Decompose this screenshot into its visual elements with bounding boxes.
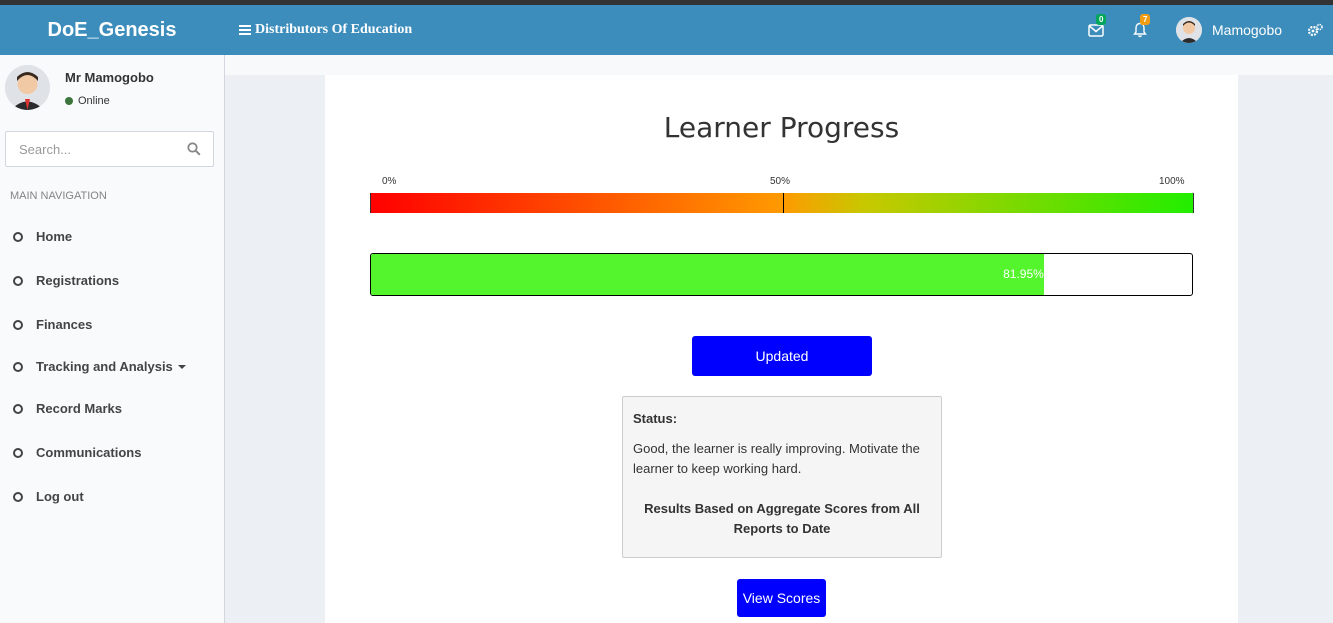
envelope-icon bbox=[1088, 23, 1104, 37]
settings-button[interactable] bbox=[1303, 5, 1327, 55]
sidebar-item-registrations[interactable]: Registrations bbox=[13, 273, 119, 288]
gears-icon bbox=[1307, 23, 1323, 37]
scale-label-max: 100% bbox=[1159, 176, 1185, 187]
circle-icon bbox=[13, 361, 23, 372]
circle-icon bbox=[13, 231, 23, 242]
app-logo[interactable]: DoE_Genesis bbox=[0, 5, 224, 55]
online-status: Online bbox=[65, 95, 110, 107]
status-note: Results Based on Aggregate Scores from A… bbox=[644, 501, 920, 536]
sidebar: Mr Mamogobo Online MAIN NAVIGATION Home … bbox=[0, 55, 225, 623]
sidebar-item-communications[interactable]: Communications bbox=[13, 445, 141, 460]
header-username[interactable]: Mamogobo bbox=[1212, 22, 1282, 38]
scale-label-min: 0% bbox=[382, 176, 397, 187]
updated-button[interactable]: Updated bbox=[692, 336, 872, 376]
progress-scale-gradient bbox=[370, 193, 1194, 213]
app-subtitle: Distributors Of Education bbox=[255, 22, 413, 37]
sidebar-item-label: Tracking and Analysis bbox=[36, 359, 173, 374]
notifications-count-badge: 7 bbox=[1140, 14, 1151, 25]
sidebar-toggle[interactable]: Distributors Of Education bbox=[239, 5, 412, 55]
top-header: DoE_Genesis Distributors Of Education 0 … bbox=[0, 5, 1333, 55]
scale-midpoint-marker bbox=[783, 193, 784, 213]
user-avatar-icon bbox=[1176, 17, 1202, 43]
sidebar-item-home[interactable]: Home bbox=[13, 229, 72, 244]
circle-icon bbox=[13, 447, 23, 458]
progress-percent-label: 81.95% bbox=[1003, 267, 1044, 281]
sidebar-item-finances[interactable]: Finances bbox=[13, 317, 92, 332]
sidebar-item-label: Communications bbox=[36, 445, 142, 460]
sidebar-search bbox=[5, 131, 214, 167]
user-avatar bbox=[5, 65, 50, 110]
sidebar-item-label: Registrations bbox=[36, 273, 120, 288]
sidebar-item-tracking-and-analysis[interactable]: Tracking and Analysis bbox=[13, 359, 186, 374]
messages-count-badge: 0 bbox=[1096, 14, 1107, 25]
circle-icon bbox=[13, 275, 23, 286]
caret-down-icon bbox=[177, 364, 186, 369]
sidebar-item-label: Log out bbox=[36, 489, 84, 504]
progress-bar-fill: 81.95% bbox=[371, 254, 1044, 295]
main-navigation-heading: MAIN NAVIGATION bbox=[10, 190, 107, 202]
circle-icon bbox=[13, 491, 23, 502]
sidebar-item-log-out[interactable]: Log out bbox=[13, 489, 84, 504]
user-menu[interactable]: Mamogobo bbox=[1176, 5, 1282, 55]
circle-icon bbox=[13, 403, 23, 414]
scale-label-mid: 50% bbox=[770, 176, 791, 187]
messages-button[interactable]: 0 bbox=[1082, 5, 1110, 55]
search-input[interactable] bbox=[6, 132, 176, 166]
status-label: Status: bbox=[633, 411, 678, 426]
view-scores-button[interactable]: View Scores bbox=[737, 579, 826, 617]
sidebar-item-label: Record Marks bbox=[36, 401, 122, 416]
sidebar-item-label: Finances bbox=[36, 317, 93, 332]
progress-bar: 81.95% bbox=[370, 253, 1193, 296]
notifications-button[interactable]: 7 bbox=[1126, 5, 1154, 55]
sidebar-item-record-marks[interactable]: Record Marks bbox=[13, 401, 122, 416]
online-dot-icon bbox=[65, 97, 73, 105]
sidebar-username: Mr Mamogobo bbox=[65, 70, 154, 85]
user-avatar-icon bbox=[5, 65, 50, 110]
main-content: Learner Progress 0% 50% 100% 81.95% Upda… bbox=[325, 75, 1238, 623]
status-box: Status: Good, the learner is really impr… bbox=[622, 396, 942, 558]
hamburger-icon[interactable] bbox=[239, 23, 251, 37]
sidebar-item-label: Home bbox=[36, 229, 73, 244]
status-message: Good, the learner is really improving. M… bbox=[633, 441, 920, 476]
user-avatar-small bbox=[1176, 17, 1202, 43]
online-status-label: Online bbox=[78, 95, 110, 107]
content-top-strip bbox=[225, 55, 1333, 75]
page-title: Learner Progress bbox=[663, 111, 900, 144]
circle-icon bbox=[13, 319, 23, 330]
search-icon[interactable] bbox=[187, 142, 201, 161]
